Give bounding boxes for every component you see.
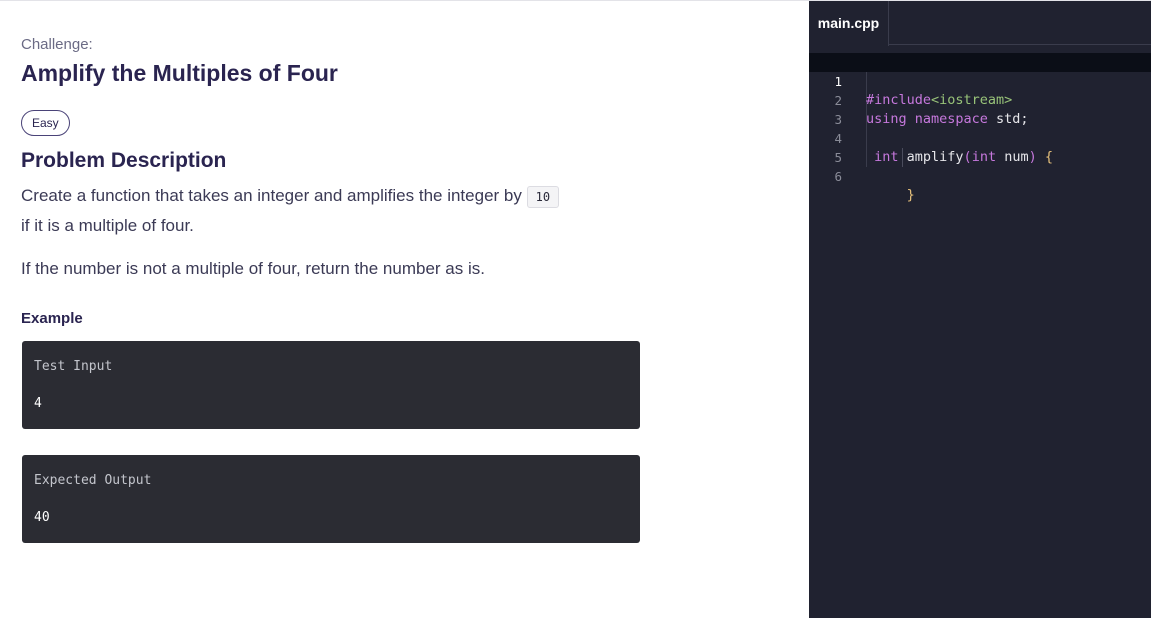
line-number: 6 — [834, 169, 842, 184]
code-line[interactable]: 1 #include<iostream> — [809, 53, 1151, 108]
expected-output-box: Expected Output 40 — [22, 455, 640, 543]
editor-tab-bar: main.cpp — [809, 1, 1151, 46]
problem-description-paragraph2: If the number is not a multiple of four,… — [21, 259, 485, 278]
challenge-panel: Challenge: Amplify the Multiples of Four… — [0, 1, 809, 618]
code-line[interactable]: 5 — [809, 129, 1151, 165]
code-line-text[interactable]: } — [866, 186, 915, 205]
test-input-label: Test Input — [34, 359, 113, 374]
code-line[interactable]: 6 } — [809, 148, 1151, 203]
description-text-part1: Create a function that takes an integer … — [21, 186, 527, 205]
test-input-box: Test Input 4 — [22, 341, 640, 429]
code-line[interactable]: 4 int amplify(int num) { — [809, 110, 1151, 165]
expected-output-label: Expected Output — [34, 473, 152, 488]
example-heading: Example — [21, 310, 83, 327]
tab-main-cpp[interactable]: main.cpp — [809, 1, 889, 46]
code-line[interactable]: 3 — [809, 91, 1151, 127]
description-text-part2: if it is a multiple of four. — [21, 216, 194, 235]
test-input-value: 4 — [34, 396, 42, 411]
inline-code-amplifier: 10 — [526, 185, 560, 208]
problem-description-heading: Problem Description — [21, 149, 227, 172]
challenge-label: Challenge: — [21, 36, 93, 53]
challenge-title: Amplify the Multiples of Four — [21, 60, 338, 86]
difficulty-badge: Easy — [21, 110, 70, 136]
code-area[interactable]: 1 #include<iostream> 2 using namespace s… — [809, 53, 1151, 203]
code-line[interactable]: 2 using namespace std; — [809, 72, 1151, 127]
problem-description-text: Create a function that takes an integer … — [21, 181, 651, 241]
expected-output-value: 40 — [34, 510, 50, 525]
code-editor[interactable]: main.cpp 1 #include<iostream> 2 using na… — [809, 1, 1151, 618]
